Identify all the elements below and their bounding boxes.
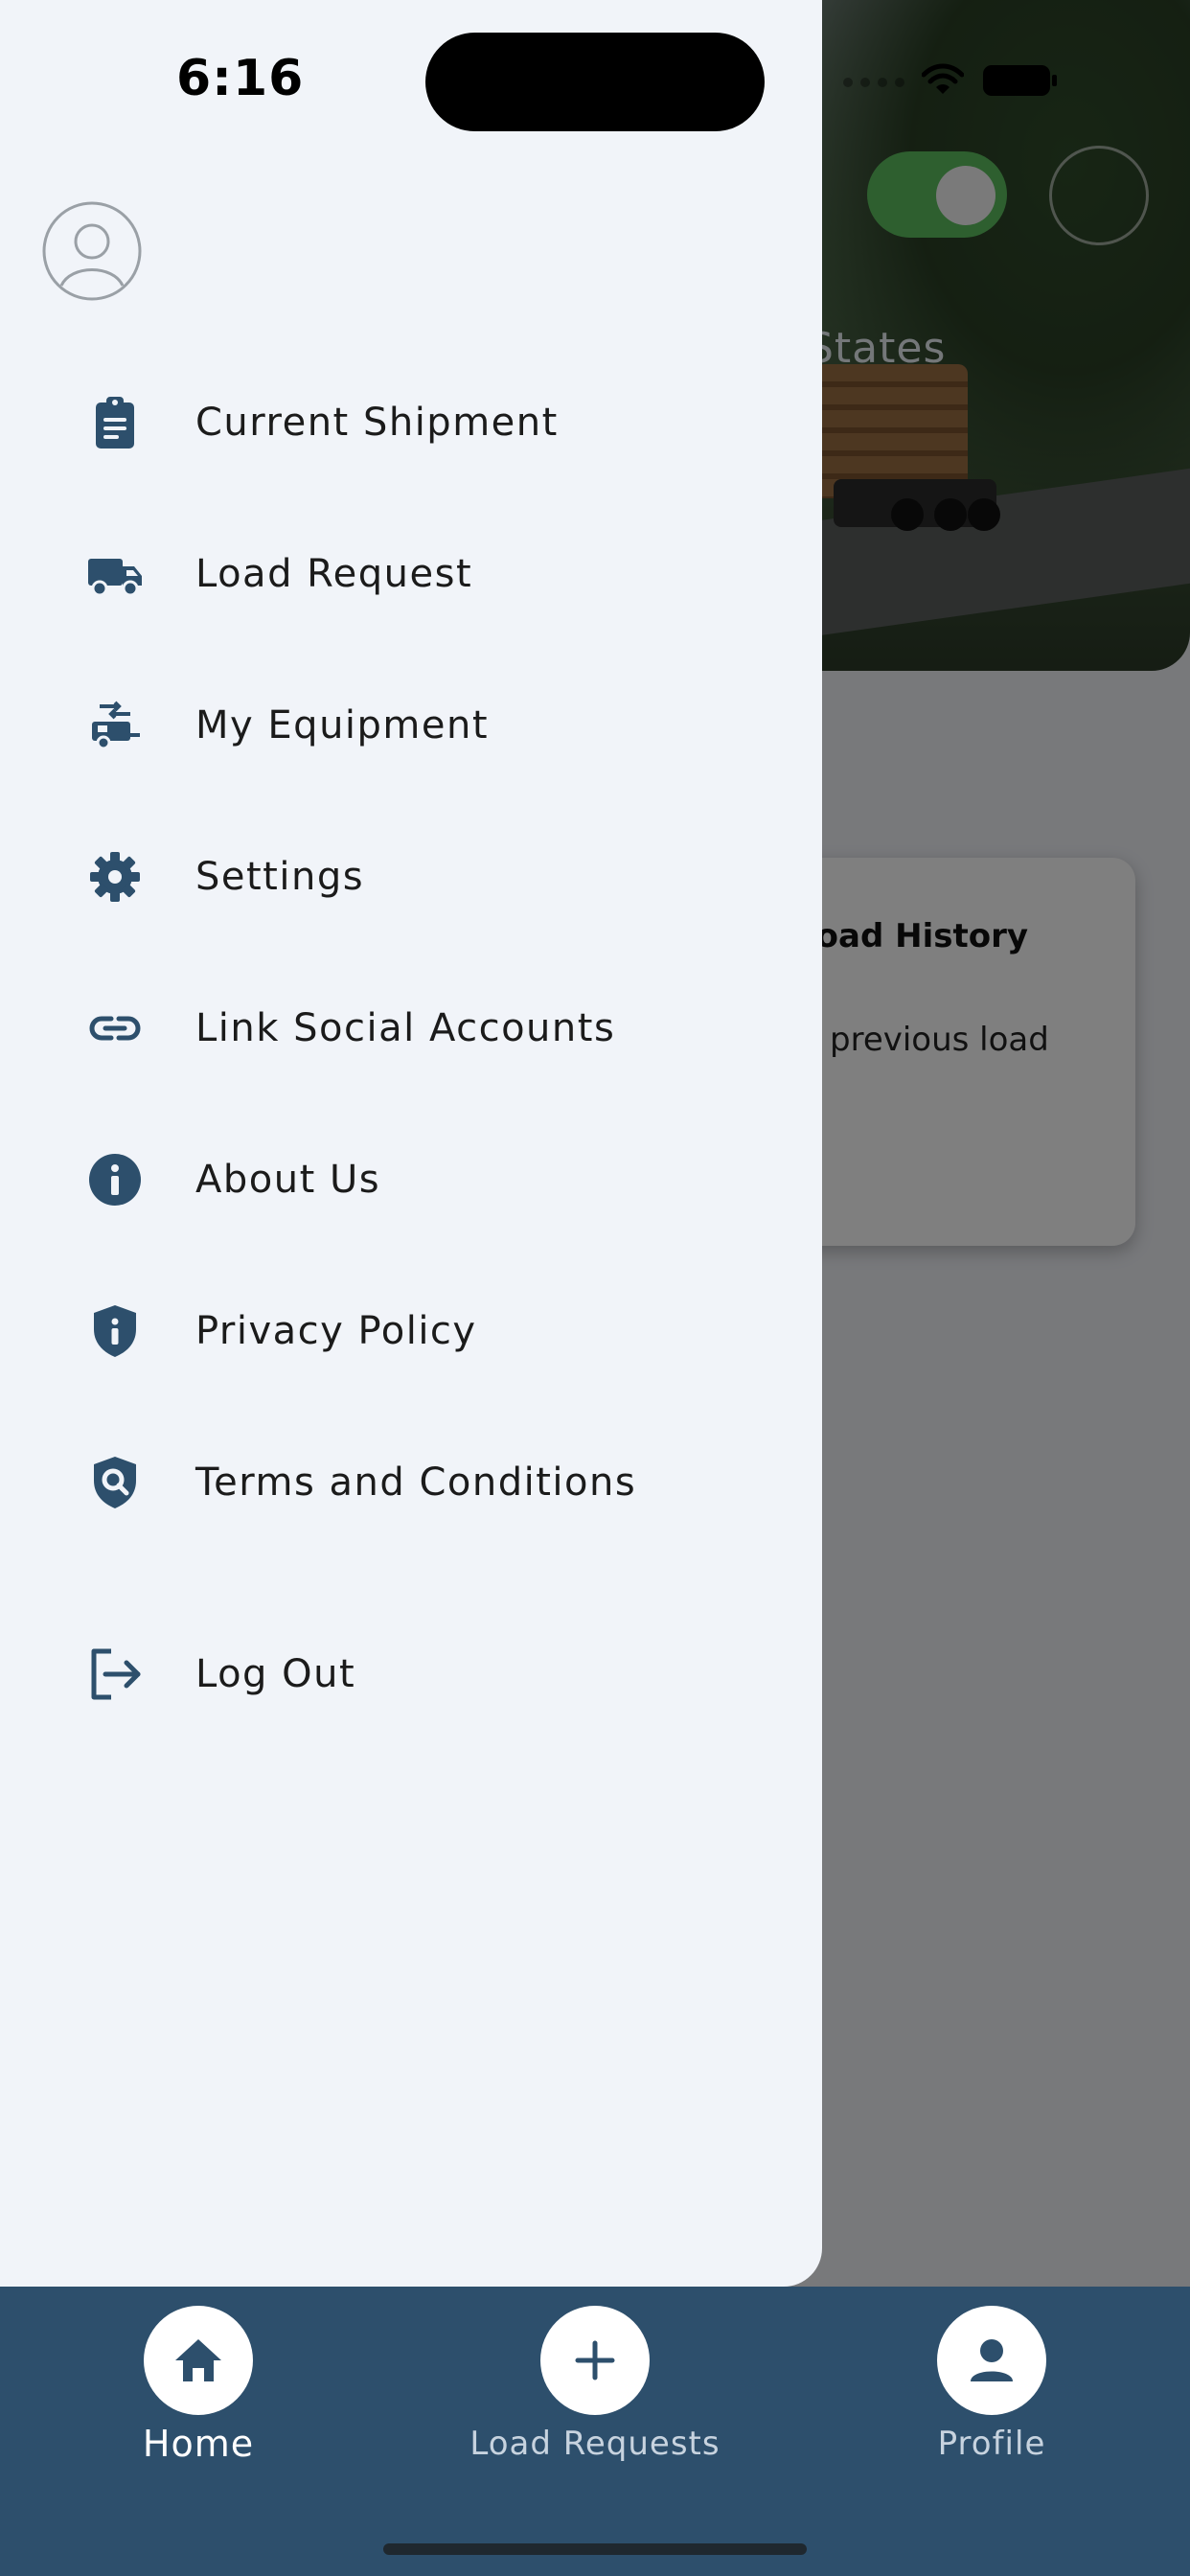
menu-item-link-social-accounts[interactable]: Link Social Accounts xyxy=(0,976,822,1081)
menu-label: Settings xyxy=(195,855,365,899)
menu-label: Load Request xyxy=(195,552,473,596)
tab-label: Home xyxy=(142,2423,255,2465)
user-circle-icon[interactable] xyxy=(42,201,142,301)
home-icon xyxy=(175,2339,221,2381)
status-icons xyxy=(843,59,1058,105)
truck-icon xyxy=(86,545,144,603)
gear-icon xyxy=(86,848,144,906)
tab-icon-container xyxy=(937,2306,1046,2415)
tab-label: Load Requests xyxy=(469,2425,721,2463)
menu-item-about-us[interactable]: About Us xyxy=(0,1127,822,1232)
shield-info-icon xyxy=(86,1302,144,1360)
logout-icon xyxy=(86,1645,144,1703)
menu-item-current-shipment[interactable]: Current Shipment xyxy=(0,370,822,475)
home-indicator[interactable] xyxy=(383,2543,807,2555)
menu-item-load-request[interactable]: Load Request xyxy=(0,521,822,627)
menu-item-settings[interactable]: Settings xyxy=(0,824,822,930)
tab-profile[interactable]: Profile xyxy=(848,2306,1135,2497)
person-icon xyxy=(971,2339,1013,2381)
menu-label: About Us xyxy=(195,1158,381,1202)
tab-icon-container xyxy=(540,2306,650,2415)
cellular-dots-icon xyxy=(843,78,904,87)
info-icon xyxy=(86,1151,144,1208)
navigation-drawer: Current Shipment Load Request My Equipme… xyxy=(0,0,822,2287)
menu-label: Link Social Accounts xyxy=(195,1006,616,1050)
battery-icon xyxy=(981,61,1058,104)
menu-label: Current Shipment xyxy=(195,401,559,445)
menu-label: My Equipment xyxy=(195,703,490,748)
status-time: 6:16 xyxy=(176,50,305,107)
link-icon xyxy=(86,1000,144,1057)
menu-item-my-equipment[interactable]: My Equipment xyxy=(0,673,822,778)
wifi-icon xyxy=(921,63,965,102)
menu-label: Terms and Conditions xyxy=(195,1460,637,1505)
dynamic-island xyxy=(425,33,765,131)
tab-label: Profile xyxy=(937,2425,1046,2463)
tab-home[interactable]: Home xyxy=(55,2306,342,2497)
menu-item-privacy-policy[interactable]: Privacy Policy xyxy=(0,1278,822,1384)
plus-icon xyxy=(575,2340,615,2380)
menu-item-terms-and-conditions[interactable]: Terms and Conditions xyxy=(0,1430,822,1535)
shield-search-icon xyxy=(86,1454,144,1511)
menu-label: Privacy Policy xyxy=(195,1309,477,1353)
clipboard-icon xyxy=(86,394,144,451)
menu-label: Log Out xyxy=(195,1652,356,1696)
tab-icon-container xyxy=(144,2306,253,2415)
rv-trailer-icon xyxy=(86,697,144,754)
tab-load-requests[interactable]: Load Requests xyxy=(451,2306,739,2497)
menu-item-log-out[interactable]: Log Out xyxy=(0,1622,822,1727)
